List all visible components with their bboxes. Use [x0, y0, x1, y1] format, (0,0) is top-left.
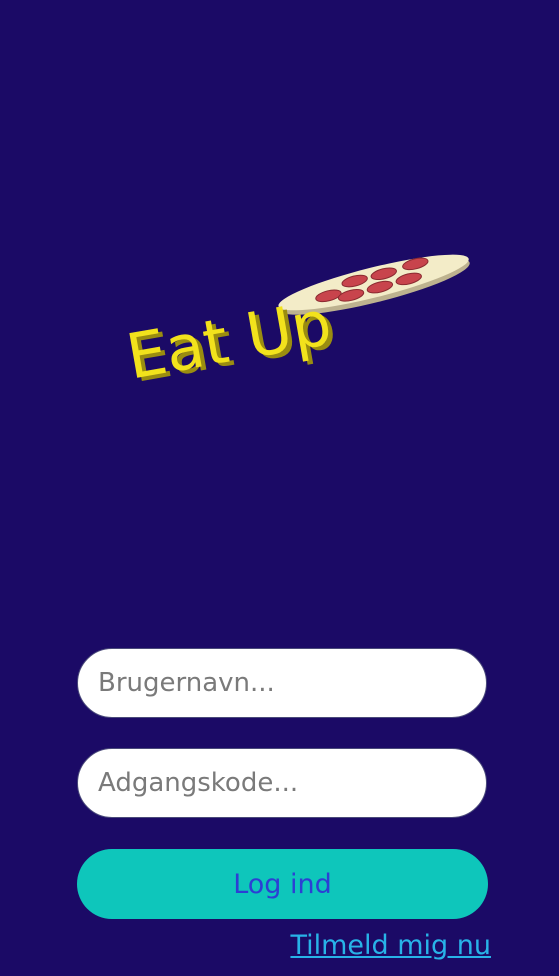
pizza-paddle-logo: Eat Up Eat Up: [121, 254, 470, 397]
logo-text-shadow: Eat Up: [126, 289, 341, 397]
username-input[interactable]: [77, 648, 487, 718]
pizza-paddle-icon: [278, 254, 470, 315]
login-button[interactable]: Log ind: [77, 849, 488, 919]
password-input[interactable]: [77, 748, 487, 818]
logo-text: Eat Up: [121, 286, 336, 394]
app-logo: Eat Up Eat Up: [0, 0, 559, 976]
signup-link[interactable]: Tilmeld mig nu: [290, 930, 491, 961]
username-field-wrapper: [77, 648, 487, 718]
password-field-wrapper: [77, 748, 487, 818]
